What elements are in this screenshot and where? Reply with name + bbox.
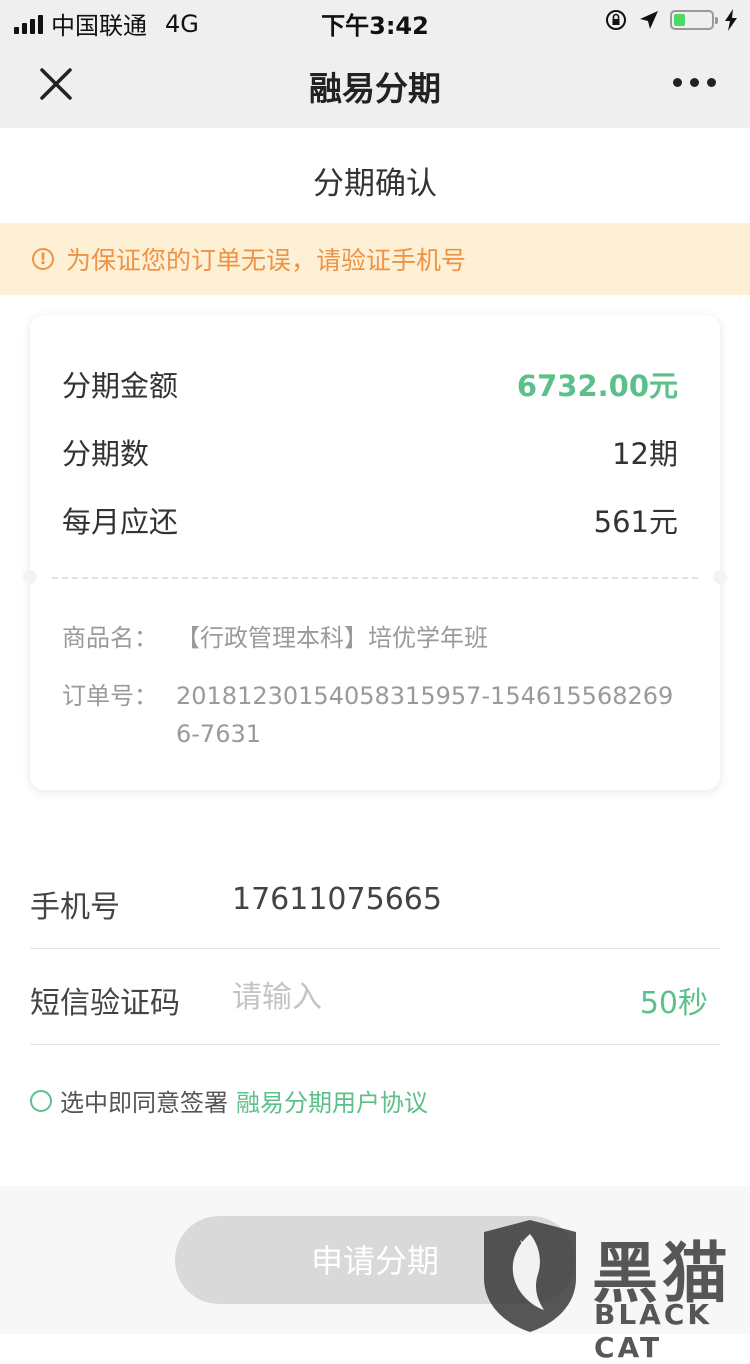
periods-value: 12期 — [612, 437, 678, 471]
installment-summary-card: 分期金额 6732.00元 分期数 12期 每月应还 561元 商品名： 【行政… — [23, 315, 727, 790]
rotation-lock-icon — [606, 10, 626, 30]
black-cat-watermark: 黑猫 BLACK CAT — [480, 1218, 750, 1364]
product-label: 商品名： — [62, 624, 158, 652]
agreement-row: 选中即同意签署 融易分期用户协议 — [30, 1083, 428, 1118]
notice-banner: ! 为保证您的订单无误，请验证手机号 — [0, 223, 750, 295]
nav-title: 融易分期 — [309, 69, 441, 108]
charging-icon — [725, 9, 737, 31]
watermark-en: BLACK CAT — [594, 1298, 713, 1364]
card-divider — [52, 577, 698, 579]
status-right — [604, 8, 738, 32]
page-subtitle: 分期确认 — [313, 166, 437, 202]
battery-icon — [670, 10, 718, 30]
location-icon — [640, 11, 658, 29]
sms-countdown[interactable]: 50秒 — [640, 978, 708, 1022]
more-icon[interactable] — [673, 78, 716, 87]
sms-code-input[interactable] — [232, 972, 532, 1022]
agreement-checkbox[interactable] — [30, 1089, 52, 1112]
phone-value: 17611075665 — [232, 882, 442, 917]
amount-label: 分期金额 — [62, 369, 179, 403]
amount-row: 分期金额 6732.00元 — [62, 363, 678, 405]
order-row: 订单号： 20181230154058315957-1546155682696-… — [62, 677, 680, 753]
warning-icon: ! — [32, 248, 54, 270]
agreement-text: 选中即同意签署 — [60, 1089, 228, 1117]
card-notch-right — [713, 570, 727, 584]
sms-label: 短信验证码 — [30, 986, 180, 1021]
monthly-label: 每月应还 — [62, 505, 179, 539]
periods-row: 分期数 12期 — [62, 431, 678, 473]
status-bar: 中国联通 4G 下午3:42 — [0, 0, 750, 42]
amount-value: 6732.00元 — [516, 369, 678, 403]
card-notch-left — [23, 570, 37, 584]
phone-label: 手机号 — [30, 890, 120, 925]
sms-row: 短信验证码 50秒 — [30, 948, 720, 1045]
order-label: 订单号： — [62, 682, 158, 710]
agreement-link[interactable]: 融易分期用户协议 — [236, 1083, 428, 1118]
periods-label: 分期数 — [62, 437, 150, 471]
monthly-row: 每月应还 561元 — [62, 499, 678, 541]
product-value: 【行政管理本科】培优学年班 — [176, 624, 488, 652]
phone-row: 手机号 17611075665 — [30, 852, 720, 949]
nav-bar: 融易分期 — [0, 42, 750, 128]
order-value: 20181230154058315957-1546155682696-7631 — [176, 682, 674, 748]
product-row: 商品名： 【行政管理本科】培优学年班 — [62, 619, 680, 657]
monthly-value: 561元 — [593, 505, 678, 539]
notice-text: 为保证您的订单无误，请验证手机号 — [66, 246, 467, 275]
black-cat-shield-icon — [484, 1220, 576, 1332]
